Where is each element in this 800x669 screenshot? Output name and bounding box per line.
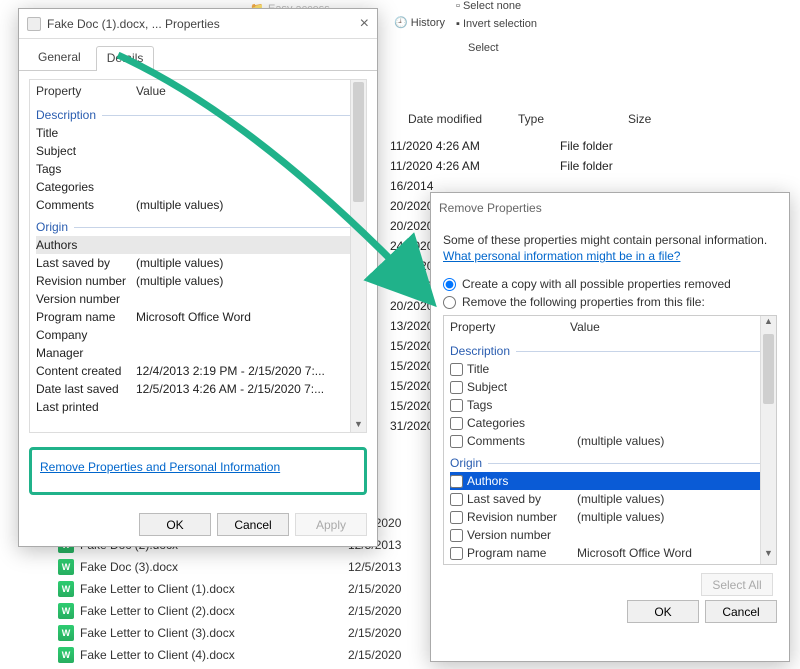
checkbox[interactable] — [450, 381, 463, 394]
radio-create-copy[interactable]: Create a copy with all possible properti… — [443, 277, 777, 291]
scroll-up-icon[interactable]: ▲ — [761, 316, 776, 332]
prop-row[interactable]: Version number — [450, 526, 770, 544]
ok-button[interactable]: OK — [627, 600, 699, 623]
prop-row[interactable]: Content created12/4/2013 2:19 PM - 2/15/… — [36, 362, 360, 380]
scroll-thumb[interactable] — [353, 82, 364, 202]
prop-row[interactable]: Company — [36, 326, 360, 344]
checkbox[interactable] — [450, 417, 463, 430]
ribbon-select-none[interactable]: ▫ Select none — [456, 0, 521, 12]
prop-row[interactable]: Version number — [36, 290, 360, 308]
scroll-thumb[interactable] — [763, 334, 774, 404]
docx-icon: W — [58, 581, 74, 597]
document-icon — [27, 17, 41, 31]
prop-row[interactable]: Last saved by(multiple values) — [450, 490, 770, 508]
prop-row[interactable]: Revision number(multiple values) — [36, 272, 360, 290]
history-icon: 🕘 — [394, 17, 408, 29]
prop-row[interactable]: Revision number(multiple values) — [450, 508, 770, 526]
remove-properties-dialog: Remove Properties Some of these properti… — [430, 192, 790, 662]
prop-row[interactable]: Subject — [36, 142, 360, 160]
scrollbar[interactable]: ▲ ▼ — [350, 80, 366, 432]
properties-dialog: Fake Doc (1).docx, ... Properties × Gene… — [18, 8, 378, 547]
dialog-titlebar[interactable]: Remove Properties — [431, 193, 789, 223]
col-value: Value — [570, 320, 600, 334]
prop-row[interactable]: Title — [36, 124, 360, 142]
prop-row[interactable]: Manager — [36, 344, 360, 362]
scroll-down-icon[interactable]: ▼ — [761, 548, 776, 564]
col-size[interactable]: Size — [620, 108, 700, 132]
checkbox[interactable] — [450, 435, 463, 448]
col-type[interactable]: Type — [510, 108, 620, 132]
checkbox[interactable] — [450, 529, 463, 542]
close-icon[interactable]: × — [360, 15, 369, 33]
docx-icon: W — [58, 625, 74, 641]
file-row[interactable]: WFake Letter to Client (4).docx2/15/2020 — [58, 644, 235, 666]
radio-input[interactable] — [443, 296, 456, 309]
remove-link-highlight: Remove Properties and Personal Informati… — [29, 447, 367, 495]
ok-button[interactable]: OK — [139, 513, 211, 536]
prop-row[interactable]: Last saved by(multiple values) — [36, 254, 360, 272]
prop-row[interactable]: Program nameMicrosoft Office Word — [36, 308, 360, 326]
tab-general[interactable]: General — [27, 45, 92, 70]
ribbon-select-label: Select — [468, 42, 499, 54]
prop-row[interactable]: Date last saved12/5/2013 4:26 AM - 2/15/… — [36, 380, 360, 398]
ribbon-invert-selection[interactable]: ▪ Invert selection — [456, 18, 537, 30]
prop-row[interactable]: Last printed — [36, 398, 360, 416]
dialog-titlebar[interactable]: Fake Doc (1).docx, ... Properties × — [19, 9, 377, 39]
prop-row[interactable]: Comments(multiple values) — [36, 196, 360, 214]
prop-row-authors[interactable]: Authors — [36, 236, 360, 254]
apply-button: Apply — [295, 513, 367, 536]
prop-row[interactable]: Tags — [450, 396, 770, 414]
remove-property-list: Property Value Description Title Subject… — [443, 315, 777, 565]
radio-input[interactable] — [443, 278, 456, 291]
group-origin: Origin — [36, 220, 360, 234]
dialog-title: Fake Doc (1).docx, ... Properties — [47, 17, 220, 31]
prop-row[interactable]: Tags — [36, 160, 360, 178]
docx-icon: W — [58, 603, 74, 619]
checkbox[interactable] — [450, 511, 463, 524]
prop-row[interactable]: Categories — [36, 178, 360, 196]
checkbox[interactable] — [450, 493, 463, 506]
radio-remove-following[interactable]: Remove the following properties from thi… — [443, 295, 777, 309]
scrollbar[interactable]: ▲ ▼ — [760, 316, 776, 564]
cancel-button[interactable]: Cancel — [705, 600, 777, 623]
file-row[interactable]: WFake Letter to Client (2).docx2/15/2020 — [58, 600, 235, 622]
checkbox[interactable] — [450, 475, 463, 488]
prop-row[interactable]: Comments(multiple values) — [450, 432, 770, 450]
col-value: Value — [136, 84, 166, 98]
col-property: Property — [450, 320, 570, 334]
file-row[interactable]: WFake Letter to Client (1).docx2/15/2020 — [58, 578, 235, 600]
info-link[interactable]: What personal information might be in a … — [443, 249, 680, 263]
checkbox[interactable] — [450, 399, 463, 412]
group-description: Description — [450, 344, 770, 358]
prop-row[interactable]: Program nameMicrosoft Office Word — [450, 544, 770, 562]
tabstrip: General Details — [19, 39, 377, 71]
file-row[interactable]: WFake Doc (3).docx12/5/2013 — [58, 556, 235, 578]
ribbon-history[interactable]: 🕘 History — [394, 16, 445, 29]
checkbox[interactable] — [450, 547, 463, 560]
intro-text: Some of these properties might contain p… — [443, 233, 777, 247]
property-list: Property Value Description Title Subject… — [29, 79, 367, 433]
explorer-column-headers: Date modified Type Size — [400, 108, 800, 132]
group-description: Description — [36, 108, 360, 122]
cancel-button[interactable]: Cancel — [217, 513, 289, 536]
tab-details[interactable]: Details — [96, 46, 155, 71]
prop-row[interactable]: Title — [450, 360, 770, 378]
col-property: Property — [36, 84, 136, 98]
invert-icon: ▪ — [456, 18, 460, 30]
file-row[interactable]: WFake Letter to Client (3).docx2/15/2020 — [58, 622, 235, 644]
checkbox[interactable] — [450, 363, 463, 376]
group-origin: Origin — [450, 456, 770, 470]
select-all-button: Select All — [701, 573, 773, 596]
scroll-down-icon[interactable]: ▼ — [351, 416, 366, 432]
prop-row[interactable]: Categories — [450, 414, 770, 432]
prop-row[interactable]: Subject — [450, 378, 770, 396]
select-none-icon: ▫ — [456, 0, 460, 12]
col-date-modified[interactable]: Date modified — [400, 108, 510, 132]
docx-icon: W — [58, 647, 74, 663]
dialog-title: Remove Properties — [439, 201, 542, 215]
prop-row-authors[interactable]: Authors — [450, 472, 770, 490]
docx-icon: W — [58, 559, 74, 575]
remove-properties-link[interactable]: Remove Properties and Personal Informati… — [40, 460, 280, 474]
